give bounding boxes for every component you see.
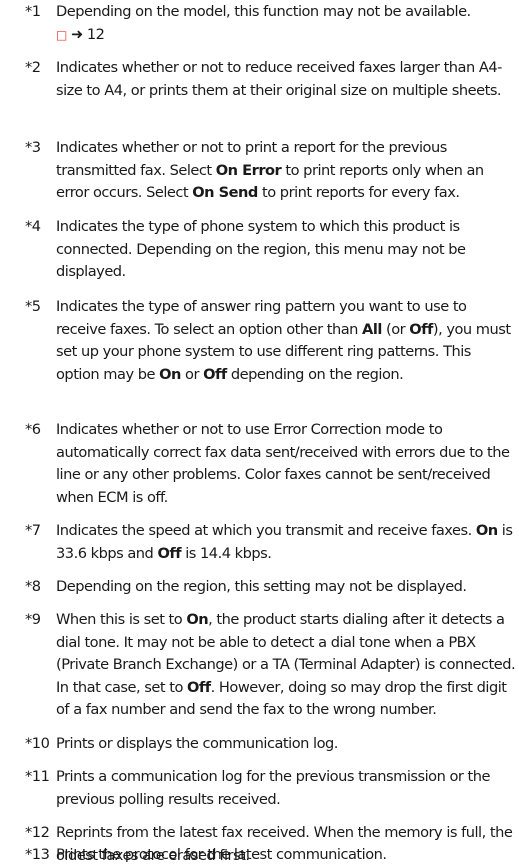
bold-term: Off <box>187 678 211 696</box>
footnote-text-run: Prints or displays the communication log… <box>56 735 338 752</box>
bold-term: On <box>186 611 209 628</box>
footnote-number: *7 <box>25 522 41 539</box>
bold-term: On Error <box>215 161 282 179</box>
footnote-text: Prints or displays the communication log… <box>56 733 516 756</box>
bold-term: On <box>475 522 498 539</box>
footnote-text: When this is set to On, the product star… <box>56 609 516 722</box>
footnote-text-run: Depending on the model, this function ma… <box>56 3 471 20</box>
footnote-number: *8 <box>25 578 41 595</box>
footnote-text: Depending on the region, this setting ma… <box>56 576 516 599</box>
footnote-text-run: (or <box>381 320 410 338</box>
arrow-right-icon: ➜ <box>70 25 83 43</box>
footnote-text-run: Depending on the region, this setting ma… <box>56 578 467 595</box>
bold-term: On Send <box>192 184 258 201</box>
footnote-number: *9 <box>25 611 41 628</box>
footnote-text: Indicates whether or not to reduce recei… <box>56 57 516 102</box>
footnote-number: *6 <box>25 421 41 438</box>
footnote-text: Indicates the type of answer ring patter… <box>56 296 516 386</box>
bold-term: On <box>159 365 181 383</box>
footnote-text-run: is 14.4 kbps. <box>181 544 272 562</box>
bold-term: Off <box>157 544 182 562</box>
footnote-text-run: depending on the region. <box>226 365 404 383</box>
footnote-text: Depending on the model, this function ma… <box>56 1 516 46</box>
footnote-text: Indicates whether or not to use Error Co… <box>56 419 516 509</box>
footnote-number: *2 <box>25 59 41 76</box>
footnote-text-run: When this is set to <box>56 611 187 628</box>
footnote-text-run: Indicates whether or not to use Error Co… <box>56 421 510 506</box>
footnote-text-run: Prints a communication log for the previ… <box>56 768 491 808</box>
footnote-text: Indicates whether or not to print a repo… <box>56 137 516 205</box>
footnote-text-run: to print reports for every fax. <box>257 184 460 201</box>
footnote-text-run: Indicates whether or not to reduce recei… <box>56 59 502 99</box>
footnote-text-run: 12 <box>82 25 105 43</box>
footnote-number: *10 <box>25 735 50 752</box>
footnote-text: Prints the protocol for the latest commu… <box>56 844 516 867</box>
footnote-number: *1 <box>25 3 41 20</box>
footnote-text: Indicates the speed at which you transmi… <box>56 520 516 565</box>
footnote-text-run: Indicates the speed at which you transmi… <box>56 522 476 539</box>
footnote-number: *13 <box>25 846 50 863</box>
footnote-text-run: or <box>180 365 204 383</box>
footnote-text: Prints a communication log for the previ… <box>56 766 516 811</box>
footnotes-list: *1 Depending on the model, this function … <box>0 0 519 864</box>
bold-term: Off <box>409 320 433 338</box>
bold-term: All <box>362 320 382 338</box>
footnote-number: *12 <box>25 824 50 841</box>
footnote-number: *5 <box>25 298 41 315</box>
footnote-text: Indicates the type of phone system to wh… <box>56 216 516 284</box>
footnote-number: *11 <box>25 768 50 785</box>
book-icon: □ <box>56 27 67 42</box>
footnote-number: *4 <box>25 218 41 235</box>
footnote-text-run: Prints the protocol for the latest commu… <box>56 846 387 863</box>
bold-term: Off <box>203 365 227 383</box>
footnote-text-run: Indicates the type of phone system to wh… <box>56 218 466 280</box>
footnote-number: *3 <box>25 139 41 156</box>
